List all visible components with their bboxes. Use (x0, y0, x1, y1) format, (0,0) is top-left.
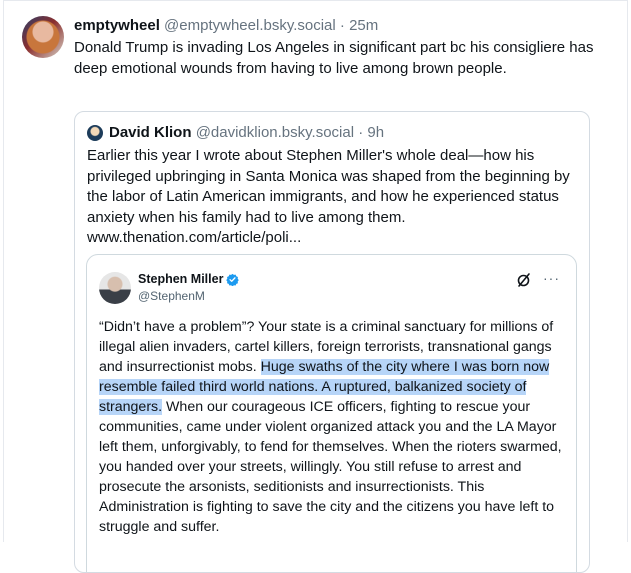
post-timestamp[interactable]: 25m (349, 17, 378, 34)
post-text: Donald Trump is invading Los Angeles in … (74, 39, 594, 77)
embed-post-text: “Didn’t have a problem”? Your state is a… (99, 317, 569, 537)
verified-badge-icon (226, 273, 240, 286)
embed-author-handle: @StephenM (138, 289, 205, 303)
post-header: emptywheel @emptywheel.bsky.social · 25m (74, 16, 604, 36)
frame-top-border (3, 0, 628, 1)
more-options-icon: ··· (543, 270, 560, 286)
embed-author-name: Stephen Miller (138, 272, 224, 286)
embed-author-name-row: Stephen Miller (138, 272, 240, 286)
quote-header: David Klion @davidklion.bsky.social · 9h (87, 123, 384, 143)
frame-right-border (627, 0, 628, 542)
frame-left-border (3, 0, 4, 542)
author-avatar[interactable] (22, 16, 64, 58)
embed-text-part: When our courageous ICE officers, fighti… (99, 399, 562, 535)
separator-dot: · (358, 124, 364, 141)
quote-text: Earlier this year I wrote about Stephen … (87, 147, 570, 246)
post-author-handle[interactable]: @emptywheel.bsky.social (164, 17, 336, 34)
quoted-post[interactable]: David Klion @davidklion.bsky.social · 9h… (74, 111, 590, 573)
embedded-screenshot: Stephen Miller @StephenM ··· “Didn’t hav… (86, 254, 577, 572)
embed-author-avatar (99, 272, 131, 304)
quote-author-name[interactable]: David Klion (109, 123, 192, 143)
quote-author-avatar[interactable] (87, 125, 103, 141)
post-author-name[interactable]: emptywheel (74, 17, 160, 34)
separator-dot: · (339, 17, 345, 34)
quote-timestamp[interactable]: 9h (367, 123, 384, 143)
quote-author-handle[interactable]: @davidklion.bsky.social (196, 123, 354, 143)
post: emptywheel @emptywheel.bsky.social · 25m… (74, 16, 604, 79)
grok-icon (517, 273, 530, 287)
